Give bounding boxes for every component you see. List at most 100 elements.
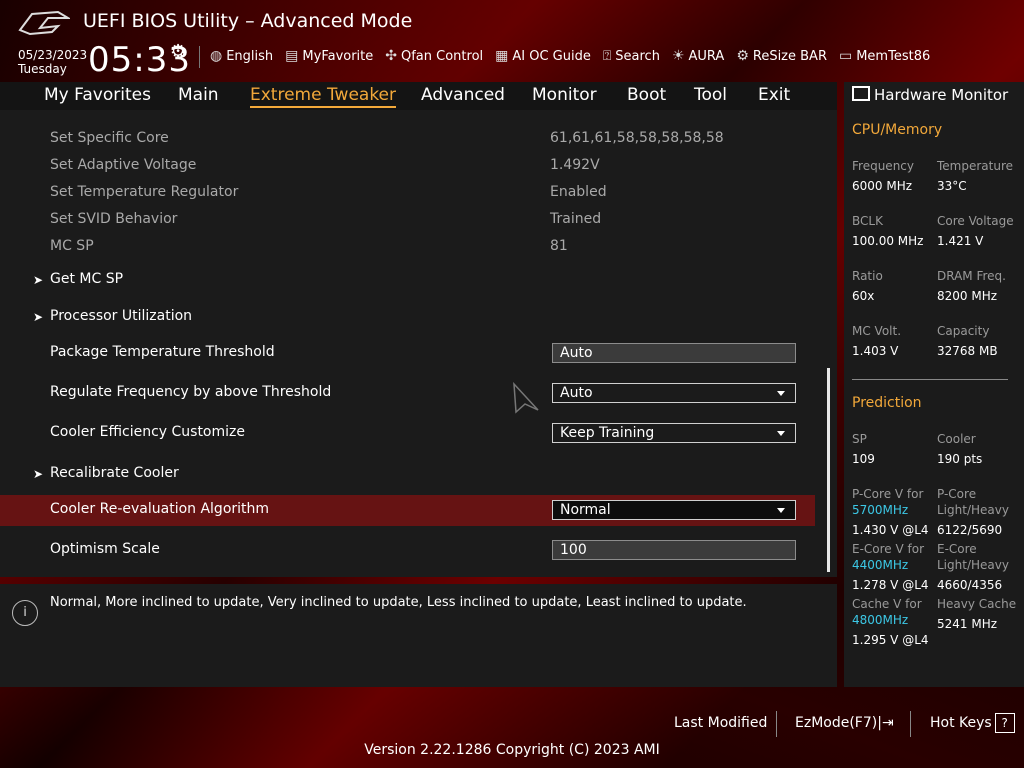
version-text: Version 2.22.1286 Copyright (C) 2023 AMI <box>364 742 660 758</box>
footer: Last Modified EzMode(F7)|⇥ Hot Keys? Ver… <box>0 687 1024 768</box>
set-svid-behavior-label: Set SVID Behavior <box>50 211 178 227</box>
submenu-arrow-icon: ➤ <box>33 273 44 287</box>
info-icon: i <box>12 600 38 626</box>
resize-bar-label: ReSize BAR <box>752 48 827 64</box>
qfan-control-button[interactable]: ✣ Qfan Control <box>385 45 483 67</box>
tab-advanced[interactable]: Advanced <box>421 85 505 105</box>
memtest-button[interactable]: ▭ MemTest86 <box>839 45 930 67</box>
help-text: Normal, More inclined to update, Very in… <box>50 595 747 610</box>
search-button[interactable]: ⍰ Search <box>603 45 660 67</box>
tab-extreme-tweaker[interactable]: Extreme Tweaker <box>250 85 397 108</box>
package-temp-threshold-input[interactable]: Auto <box>552 343 796 363</box>
cooler-reevaluation-value: Normal <box>560 502 611 518</box>
top-bar: UEFI BIOS Utility – Advanced Mode 05/23/… <box>0 0 1024 82</box>
hot-keys-button[interactable]: Hot Keys? <box>930 713 1015 733</box>
ratio-value: 60x <box>852 289 875 303</box>
aura-button[interactable]: ☀ AURA <box>672 45 724 67</box>
memtest-icon: ▭ <box>838 48 853 64</box>
optimism-scale-label: Optimism Scale <box>50 541 160 557</box>
tab-tool[interactable]: Tool <box>694 85 727 105</box>
tab-main[interactable]: Main <box>178 85 219 105</box>
ratio-label: Ratio <box>852 269 883 283</box>
hardware-monitor-panel: Hardware Monitor CPU/Memory Frequency Te… <box>844 82 1024 687</box>
cache-v-label: Cache V for <box>852 597 922 611</box>
tab-exit[interactable]: Exit <box>758 85 790 105</box>
pcore-v-freq: 5700MHz <box>852 503 909 517</box>
app-title: UEFI BIOS Utility – Advanced Mode <box>83 10 413 32</box>
mc-volt-label: MC Volt. <box>852 324 902 338</box>
regulate-frequency-value: Auto <box>560 385 593 401</box>
help-panel: i Normal, More inclined to update, Very … <box>0 584 837 687</box>
cooler-reevaluation-label: Cooler Re-evaluation Algorithm <box>50 501 270 517</box>
prediction-heading: Prediction <box>852 395 922 411</box>
resize-bar-icon: ⚙ <box>736 48 749 64</box>
monitor-icon <box>852 86 870 101</box>
bclk-label: BCLK <box>852 214 883 228</box>
sp-label: SP <box>852 432 867 446</box>
rog-logo-icon <box>18 10 70 36</box>
dram-freq-value: 8200 MHz <box>937 289 998 303</box>
frequency-label: Frequency <box>852 159 914 173</box>
tab-my-favorites[interactable]: My Favorites <box>44 85 151 105</box>
scrollbar[interactable] <box>827 368 830 572</box>
frequency-value: 6000 MHz <box>852 179 913 193</box>
myfavorite-icon: ▤ <box>285 48 299 64</box>
heavy-cache-value: 5241 MHz <box>937 617 998 631</box>
recalibrate-cooler-item[interactable]: Recalibrate Cooler <box>50 465 179 481</box>
aura-icon: ☀ <box>671 48 685 64</box>
weekday-text: Tuesday <box>18 62 67 76</box>
cooler-efficiency-value: Keep Training <box>560 425 655 441</box>
set-specific-core-value: 61,61,61,58,58,58,58,58 <box>550 130 724 146</box>
divider <box>910 711 911 737</box>
get-mc-sp-item[interactable]: Get MC SP <box>50 271 123 287</box>
divider <box>776 711 777 737</box>
optimism-scale-value: 100 <box>560 542 587 558</box>
date-text: 05/23/2023 <box>18 48 88 62</box>
set-svid-behavior-value: Trained <box>550 211 602 227</box>
chevron-down-icon <box>777 391 785 396</box>
tab-boot[interactable]: Boot <box>627 85 666 105</box>
chevron-down-icon <box>777 508 785 513</box>
language-button[interactable]: ◍ English <box>210 45 273 67</box>
cache-v-freq: 4800MHz <box>852 613 909 627</box>
last-modified-button[interactable]: Last Modified <box>674 715 767 731</box>
heavy-cache-label: Heavy Cache <box>937 597 1017 611</box>
set-specific-core-label: Set Specific Core <box>50 130 169 146</box>
temperature-label: Temperature <box>937 159 1014 173</box>
aura-label: AURA <box>688 48 725 64</box>
cooler-value: 190 pts <box>937 452 983 466</box>
cooler-efficiency-label: Cooler Efficiency Customize <box>50 424 245 440</box>
capacity-value: 32768 MB <box>937 344 998 358</box>
resize-bar-button[interactable]: ⚙ ReSize BAR <box>736 45 827 67</box>
settings-panel: Set Specific Core 61,61,61,58,58,58,58,5… <box>0 110 837 577</box>
myfavorite-button[interactable]: ▤ MyFavorite <box>285 45 373 67</box>
ezmode-button[interactable]: EzMode(F7)|⇥ <box>795 715 894 731</box>
optimism-scale-input[interactable]: 100 <box>552 540 796 560</box>
tab-monitor[interactable]: Monitor <box>532 85 597 105</box>
set-temperature-regulator-value: Enabled <box>550 184 607 200</box>
hardware-monitor-title: Hardware Monitor <box>852 86 1008 104</box>
regulate-frequency-select[interactable]: Auto <box>552 383 796 403</box>
ecore-lh-label-2: Light/Heavy <box>937 558 1009 572</box>
hardware-monitor-title-text: Hardware Monitor <box>874 86 1009 104</box>
set-adaptive-voltage-label: Set Adaptive Voltage <box>50 157 197 173</box>
gear-icon[interactable]: ⚙ <box>170 41 186 62</box>
cooler-reevaluation-select[interactable]: Normal <box>552 500 796 520</box>
cache-v-value: 1.295 V @L4 <box>852 633 929 647</box>
ai-oc-guide-button[interactable]: ▦ AI OC Guide <box>495 45 591 67</box>
pcore-lh-label: P-Core <box>937 487 977 501</box>
set-temperature-regulator-label: Set Temperature Regulator <box>50 184 239 200</box>
pcore-v-value: 1.430 V @L4 <box>852 523 929 537</box>
pcore-v-label: P-Core V for <box>852 487 924 501</box>
mc-volt-value: 1.403 V <box>852 344 899 358</box>
language-label: English <box>226 48 274 64</box>
dram-freq-label: DRAM Freq. <box>937 269 1006 283</box>
set-adaptive-voltage-value: 1.492V <box>550 157 600 173</box>
search-label: Search <box>615 48 660 64</box>
cooler-efficiency-select[interactable]: Keep Training <box>552 423 796 443</box>
mc-sp-label: MC SP <box>50 238 94 254</box>
ezmode-label: EzMode(F7)| <box>795 715 882 731</box>
processor-utilization-item[interactable]: Processor Utilization <box>50 308 192 324</box>
chevron-down-icon <box>777 431 785 436</box>
chip-icon: ▦ <box>495 48 509 64</box>
